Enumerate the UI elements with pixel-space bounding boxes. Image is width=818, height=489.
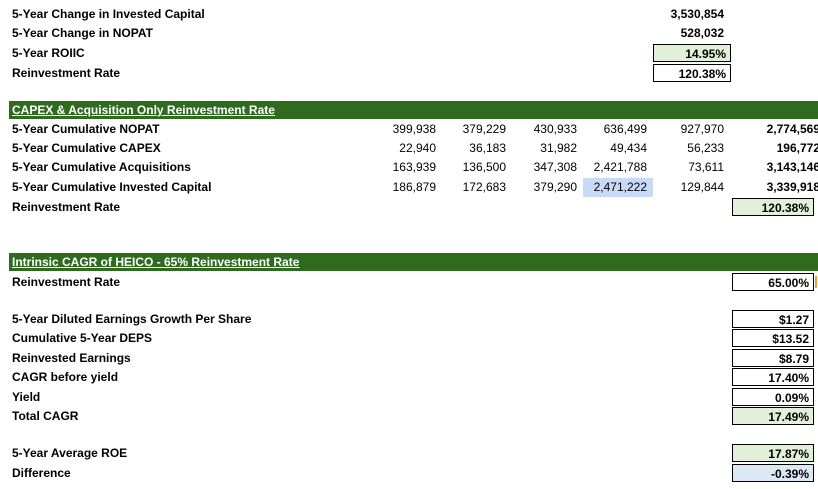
cell[interactable]: 172,683 xyxy=(445,178,506,197)
row-total-cagr: Total CAGR 17.49% xyxy=(0,407,818,426)
total-cell[interactable]: 3,143,146 xyxy=(732,158,818,177)
intrinsic-reinvestment-value-cell[interactable]: 65.00% xyxy=(732,273,814,291)
cell[interactable]: 31,982 xyxy=(514,139,577,158)
cell[interactable]: 347,308 xyxy=(514,158,577,177)
row-average-roe: 5-Year Average ROE 17.87% xyxy=(0,444,818,463)
capex-reinvestment-value-cell[interactable]: 120.38% xyxy=(732,198,814,216)
row-label: 5-Year Cumulative NOPAT xyxy=(12,122,160,136)
cagr-before-yield-value-cell[interactable]: 17.40% xyxy=(732,368,814,386)
value[interactable]: 528,032 xyxy=(660,24,724,43)
label: 5-Year ROIIC xyxy=(12,46,85,60)
total-value: 196,772 xyxy=(776,141,818,155)
row-reinvested-earnings: Reinvested Earnings $8.79 xyxy=(0,349,818,368)
roiic-value-cell[interactable]: 14.95% xyxy=(653,44,731,62)
row-reinvestment-rate: Reinvestment Rate 120.38% xyxy=(0,64,818,83)
label: 5-Year Diluted Earnings Growth Per Share xyxy=(12,312,252,326)
cell[interactable]: 2,421,788 xyxy=(583,158,647,177)
row-intrinsic-reinvestment-rate: Reinvestment Rate 65.00% xyxy=(0,273,818,292)
label: CAGR before yield xyxy=(12,370,119,384)
label: Total CAGR xyxy=(12,409,79,423)
cell[interactable]: 49,434 xyxy=(583,139,647,158)
average-roe-value-cell[interactable]: 17.87% xyxy=(732,444,814,462)
label: Difference xyxy=(12,466,71,480)
reinvestment-value-cell[interactable]: 120.38% xyxy=(653,64,731,82)
cell[interactable]: 73,611 xyxy=(660,158,724,177)
total-value: 3,143,146 xyxy=(766,160,818,174)
label: Cumulative 5-Year DEPS xyxy=(12,331,153,345)
table-row: 5-Year Cumulative CAPEX 22,940 36,183 31… xyxy=(0,139,818,158)
row-yield: Yield 0.09% xyxy=(0,388,818,407)
cell[interactable]: 636,499 xyxy=(583,120,647,139)
yield-value-cell[interactable]: 0.09% xyxy=(732,388,814,406)
table-row: 5-Year Cumulative Acquisitions 163,939 1… xyxy=(0,158,818,177)
row-capex-reinvestment-rate: Reinvestment Rate 120.38% xyxy=(0,198,818,217)
cell[interactable]: 36,183 xyxy=(445,139,506,158)
difference-value-cell[interactable]: -0.39% xyxy=(732,464,814,482)
cell[interactable]: 430,933 xyxy=(514,120,577,139)
row-cumulative-deps: Cumulative 5-Year DEPS $13.52 xyxy=(0,329,818,348)
row-deps-growth: 5-Year Diluted Earnings Growth Per Share… xyxy=(0,310,818,329)
row-change-nopat: 5-Year Change in NOPAT 528,032 xyxy=(0,24,818,43)
section-title: CAPEX & Acquisition Only Reinvestment Ra… xyxy=(12,103,275,117)
cell[interactable]: 186,879 xyxy=(380,178,436,197)
cell[interactable]: 379,229 xyxy=(445,120,506,139)
row-roiic: 5-Year ROIIC 14.95% xyxy=(0,44,818,63)
cell[interactable]: 399,938 xyxy=(380,120,436,139)
cell[interactable]: 129,844 xyxy=(660,178,724,197)
cell[interactable]: 56,233 xyxy=(660,139,724,158)
label: 5-Year Change in Invested Capital xyxy=(12,7,205,21)
label: Reinvestment Rate xyxy=(12,66,121,80)
label: Reinvestment Rate xyxy=(12,200,121,214)
row-label: 5-Year Cumulative Invested Capital xyxy=(12,180,212,194)
label: Reinvestment Rate xyxy=(12,275,121,289)
value[interactable]: 3,530,854 xyxy=(660,5,724,24)
total-value: 3,339,918 xyxy=(766,180,818,194)
reinvested-earnings-value-cell[interactable]: $8.79 xyxy=(732,349,814,367)
total-cell[interactable]: 196,772 xyxy=(732,139,818,158)
total-cell[interactable]: 3,339,918 xyxy=(732,178,818,197)
label: 5-Year Change in NOPAT xyxy=(12,26,153,40)
row-change-invested-capital: 5-Year Change in Invested Capital 3,530,… xyxy=(0,5,818,24)
cell[interactable]: 927,970 xyxy=(660,120,724,139)
cell[interactable]: 136,500 xyxy=(445,158,506,177)
section-header-capex: CAPEX & Acquisition Only Reinvestment Ra… xyxy=(9,101,818,119)
deps-growth-value-cell[interactable]: $1.27 xyxy=(732,310,814,328)
total-cell[interactable]: 2,774,569 xyxy=(732,120,818,139)
row-cagr-before-yield: CAGR before yield 17.40% xyxy=(0,368,818,387)
cell[interactable]: 163,939 xyxy=(380,158,436,177)
row-label: 5-Year Cumulative Acquisitions xyxy=(12,160,191,174)
cumulative-deps-value-cell[interactable]: $13.52 xyxy=(732,329,814,347)
cell-edit-marker xyxy=(815,276,817,288)
selected-cell[interactable]: 2,471,222 xyxy=(583,178,653,197)
total-cagr-value-cell[interactable]: 17.49% xyxy=(732,407,814,425)
section-title: Intrinsic CAGR of HEICO - 65% Reinvestme… xyxy=(12,255,300,269)
cell[interactable]: 22,940 xyxy=(380,139,436,158)
row-label: 5-Year Cumulative CAPEX xyxy=(12,141,161,155)
table-row: 5-Year Cumulative Invested Capital 186,8… xyxy=(0,178,818,197)
total-value: 2,774,569 xyxy=(766,122,818,136)
cell[interactable]: 379,290 xyxy=(514,178,577,197)
label: 5-Year Average ROE xyxy=(12,446,128,460)
row-difference: Difference -0.39% xyxy=(0,464,818,483)
label: Yield xyxy=(12,390,41,404)
section-header-intrinsic: Intrinsic CAGR of HEICO - 65% Reinvestme… xyxy=(9,253,818,271)
label: Reinvested Earnings xyxy=(12,351,131,365)
table-row: 5-Year Cumulative NOPAT 399,938 379,229 … xyxy=(0,120,818,139)
